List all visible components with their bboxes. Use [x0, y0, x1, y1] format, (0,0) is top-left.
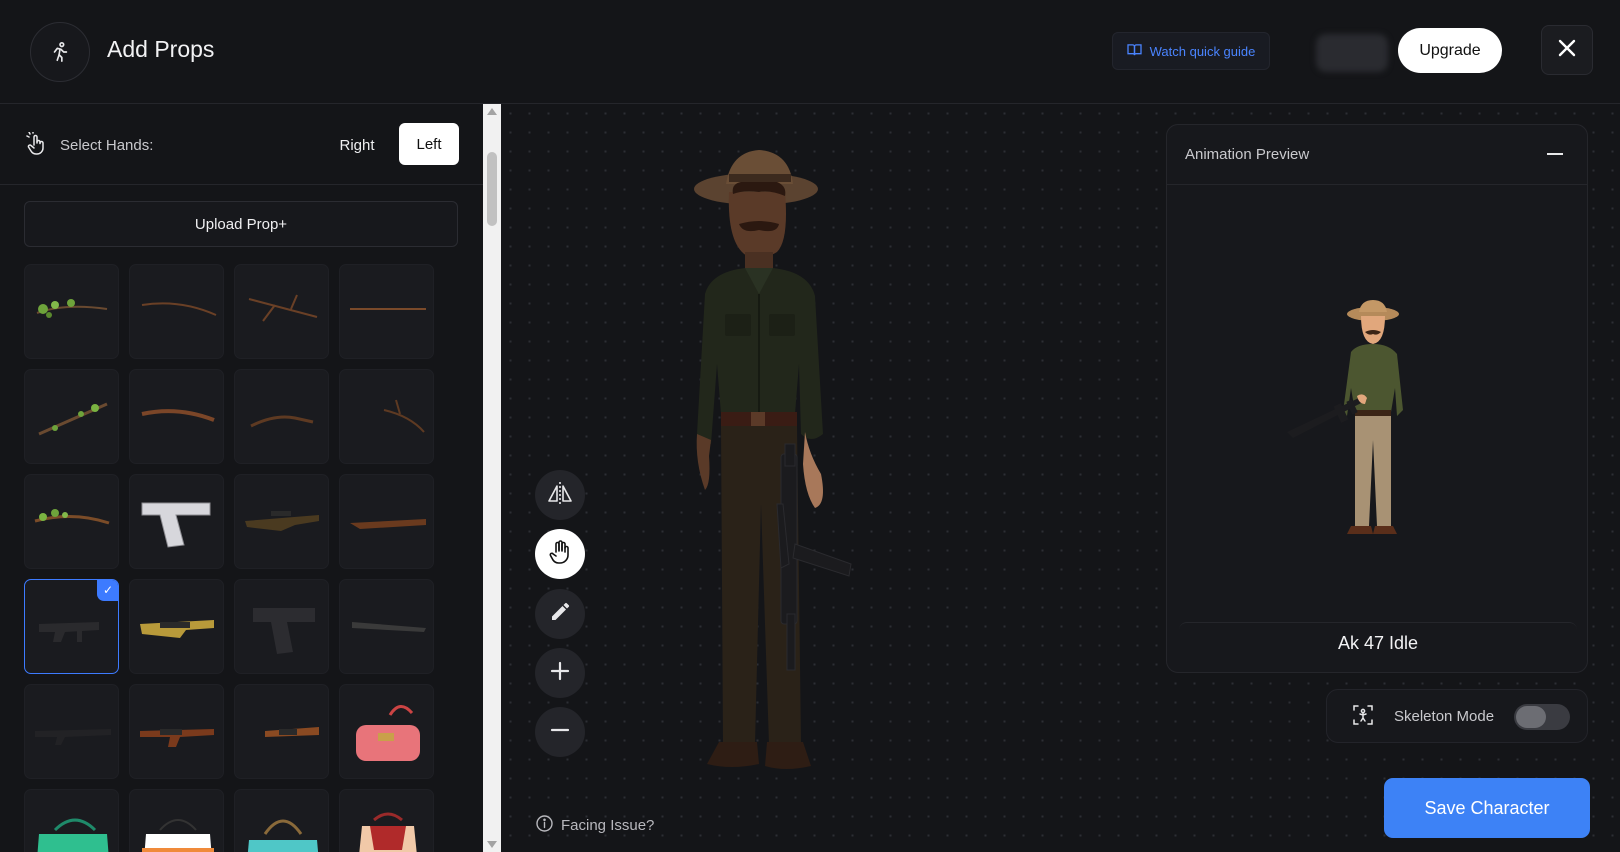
- props-scrollbar[interactable]: [483, 104, 501, 852]
- scroll-down-arrow-icon[interactable]: [487, 841, 497, 848]
- prop-tile-green-handbag[interactable]: [24, 789, 119, 852]
- black-pistol-icon: [253, 608, 315, 654]
- character-canvas[interactable]: Facing Issue? Animation Preview Ak 47 Id…: [501, 104, 1620, 852]
- animation-preview-header: Animation Preview: [1167, 125, 1587, 185]
- collapse-preview-button[interactable]: [1547, 153, 1563, 155]
- animation-preview-card: Animation Preview Ak 47 Idle: [1166, 124, 1588, 673]
- save-character-button[interactable]: Save Character: [1384, 778, 1590, 838]
- sniper-rifle-icon: [245, 511, 319, 531]
- close-button[interactable]: [1541, 25, 1593, 75]
- prop-tile-wood-rifle[interactable]: [234, 684, 329, 779]
- prop-tile-teal-tote[interactable]: [234, 789, 329, 852]
- prop-tile-mossy-branch[interactable]: [24, 474, 119, 569]
- watch-guide-label: Watch quick guide: [1149, 43, 1256, 59]
- book-icon: [1126, 43, 1142, 59]
- gold-rifle-icon: [140, 620, 214, 638]
- red-backpack-icon: [359, 812, 417, 852]
- prop-tile-gold-rifle[interactable]: [129, 579, 224, 674]
- pan-button[interactable]: [535, 529, 585, 579]
- page-title: Add Props: [107, 36, 215, 62]
- teal-tote-icon: [247, 819, 319, 852]
- twig-icon: [383, 399, 425, 433]
- hand-right-option[interactable]: Right: [324, 124, 390, 166]
- prop-tile-forked-branch[interactable]: [234, 264, 329, 359]
- pink-handbag-icon: [356, 705, 420, 761]
- watch-guide-button[interactable]: Watch quick guide: [1112, 32, 1270, 70]
- long-stick-icon: [350, 308, 426, 310]
- prop-tile-leafy-branch[interactable]: [24, 369, 119, 464]
- prop-tile-long-stick[interactable]: [339, 264, 434, 359]
- facing-issue-link[interactable]: Facing Issue?: [536, 815, 654, 836]
- edit-button[interactable]: [535, 589, 585, 639]
- shotgun-icon: [352, 622, 426, 632]
- forked-branch-icon: [248, 294, 318, 322]
- close-icon: [1558, 39, 1576, 62]
- green-handbag-icon: [37, 818, 109, 852]
- prop-tile-silver-pistol[interactable]: [129, 474, 224, 569]
- prop-tile-ak-47[interactable]: [129, 684, 224, 779]
- ak-47-icon: [140, 729, 214, 747]
- prop-tile-submachine-gun[interactable]: ✓: [24, 579, 119, 674]
- pencil-icon: [550, 602, 570, 627]
- plus-icon: [550, 661, 570, 686]
- header: Add Props Watch quick guide Upgrade: [0, 0, 1620, 104]
- prop-tile-assault-rifle[interactable]: [24, 684, 119, 779]
- preview-character: [1287, 300, 1427, 565]
- assault-rifle-icon: [35, 729, 111, 745]
- leafy-branch-icon: [38, 402, 108, 436]
- wood-rifle-icon: [265, 727, 319, 737]
- props-panel: Select Hands: Right Left Upload Prop+ ✓: [0, 104, 483, 852]
- prop-tile-shotgun[interactable]: [339, 579, 434, 674]
- silver-pistol-icon: [141, 502, 211, 548]
- upgrade-button[interactable]: Upgrade: [1398, 28, 1502, 73]
- prop-tile-hunting-rifle[interactable]: [339, 474, 434, 569]
- prop-tile-sniper-rifle[interactable]: [234, 474, 329, 569]
- facing-issue-label: Facing Issue?: [561, 817, 655, 834]
- skeleton-mode-label: Skeleton Mode: [1394, 708, 1495, 725]
- prop-tile-pink-handbag[interactable]: [339, 684, 434, 779]
- vine-branch-icon: [36, 299, 108, 318]
- hand-pointer-icon: [26, 131, 48, 161]
- character-model[interactable]: [681, 144, 921, 809]
- hand-left-option[interactable]: Left: [399, 123, 459, 165]
- scroll-up-arrow-icon[interactable]: [487, 108, 497, 115]
- prop-tile-black-pistol[interactable]: [234, 579, 329, 674]
- zoom-out-button[interactable]: [535, 707, 585, 757]
- prop-tile-striped-tote[interactable]: [129, 789, 224, 852]
- short-branch-icon: [250, 415, 314, 428]
- toggle-knob: [1516, 706, 1546, 728]
- minus-icon: [550, 720, 570, 745]
- prop-tile-short-branch[interactable]: [234, 369, 329, 464]
- character-icon: [30, 22, 90, 82]
- prop-tile-red-backpack[interactable]: [339, 789, 434, 852]
- prop-tile-curved-branch[interactable]: [129, 369, 224, 464]
- curved-branch-icon: [141, 409, 215, 422]
- hand-icon: [549, 539, 571, 569]
- animation-name: Ak 47 Idle: [1179, 622, 1577, 664]
- check-icon: ✓: [97, 580, 118, 601]
- zoom-in-button[interactable]: [535, 648, 585, 698]
- prop-tile-vine-branch[interactable]: [24, 264, 119, 359]
- thin-branch-icon: [141, 302, 217, 316]
- skeleton-mode-row: Skeleton Mode: [1326, 689, 1588, 743]
- mossy-branch-icon: [34, 509, 110, 525]
- skeleton-icon: [1353, 705, 1373, 730]
- flip-icon: [547, 481, 573, 509]
- info-icon: [536, 815, 553, 836]
- animation-preview-title: Animation Preview: [1185, 146, 1310, 163]
- skeleton-mode-toggle[interactable]: [1514, 704, 1570, 730]
- upload-prop-button[interactable]: Upload Prop+: [24, 201, 458, 247]
- select-hands-label: Select Hands:: [60, 137, 154, 154]
- prop-tile-twig[interactable]: [339, 369, 434, 464]
- scroll-thumb[interactable]: [487, 152, 497, 226]
- hunting-rifle-icon: [350, 519, 426, 529]
- select-hands-row: Select Hands: Right Left: [0, 104, 483, 185]
- prop-tile-thin-branch[interactable]: [129, 264, 224, 359]
- account-avatar[interactable]: [1316, 34, 1388, 72]
- flip-button[interactable]: [535, 470, 585, 520]
- striped-tote-icon: [142, 819, 214, 852]
